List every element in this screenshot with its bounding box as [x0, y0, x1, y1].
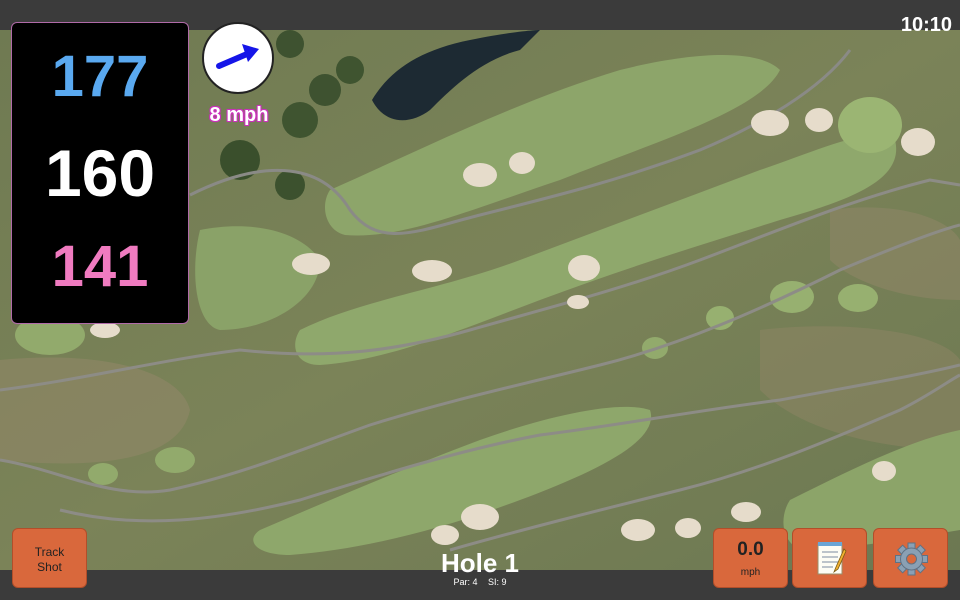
- track-shot-label: Track Shot: [34, 545, 65, 574]
- hole-stroke-index: SI: 9: [488, 577, 507, 587]
- notepad-icon: [817, 542, 847, 575]
- distance-front: 141: [51, 234, 149, 299]
- hole-title: Hole 1: [440, 548, 520, 578]
- speed-value: 0.0: [737, 539, 764, 560]
- distance-panel: 177 160 141: [11, 22, 189, 324]
- hole-par: Par: 4: [453, 577, 478, 587]
- distance-middle: 160: [44, 136, 156, 210]
- swing-speed-button[interactable]: 0.0 mph: [713, 528, 788, 588]
- notes-button[interactable]: [792, 528, 867, 588]
- speed-unit: mph: [740, 567, 761, 578]
- distance-back: 177: [51, 44, 149, 109]
- arrow-icon: [216, 44, 259, 69]
- hole-details: Par: 4 SI: 9: [380, 577, 580, 587]
- wind-speed: 8 mph: [209, 104, 269, 126]
- track-shot-button[interactable]: Track Shot: [12, 528, 87, 588]
- status-time: 10:10: [900, 14, 952, 36]
- wind-direction-indicator: [202, 22, 274, 94]
- gear-icon: [895, 542, 928, 576]
- settings-button[interactable]: [873, 528, 948, 588]
